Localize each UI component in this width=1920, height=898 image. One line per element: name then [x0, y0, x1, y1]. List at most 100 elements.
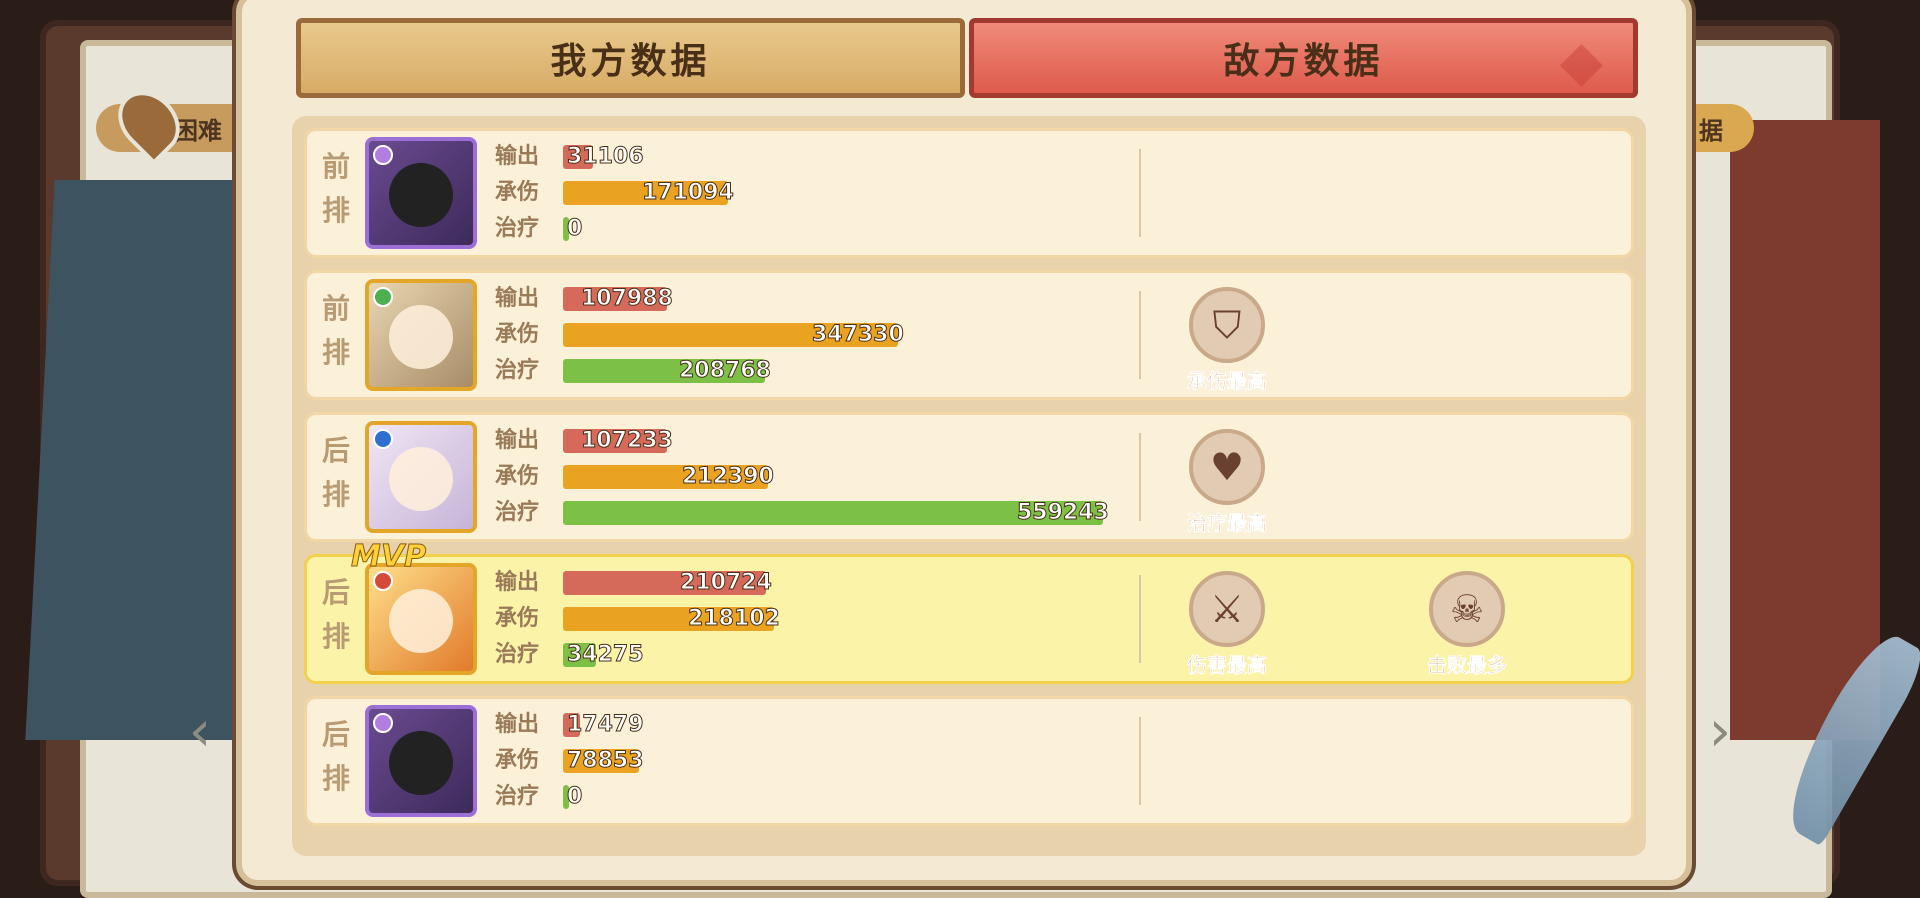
demon-face-icon: ◆	[1559, 29, 1607, 94]
row-divider	[1139, 575, 1141, 663]
taken-value: 347330	[812, 322, 905, 348]
tab-enemy-data-label: 敌方数据	[1223, 41, 1384, 82]
background-right-panel	[1730, 120, 1880, 740]
hero-row-mvp: 后排 MVP 输出 210724 承伤 218102 治疗 34275 ⚔ 伤害…	[304, 539, 1634, 684]
row-divider	[1139, 433, 1141, 521]
class-badge-icon	[373, 145, 393, 165]
healing-value: 34275	[567, 642, 645, 668]
stat-output: 输出 107233	[495, 423, 1095, 459]
row-position: 前排	[321, 150, 350, 227]
stat-block: 输出 17479 承伤 78853 治疗 0	[495, 707, 1095, 815]
stat-label-healing: 治疗	[495, 642, 540, 667]
hero-portrait[interactable]	[365, 137, 477, 249]
output-value: 31106	[567, 144, 645, 170]
stat-output: 输出 107988	[495, 281, 1095, 317]
award-most-healing: ♥ 治疗最高	[1167, 429, 1287, 536]
stat-block: 输出 107233 承伤 212390 治疗 559243	[495, 423, 1109, 531]
stat-taken: 承伤 78853	[495, 743, 1095, 779]
hero-face	[389, 305, 453, 369]
healing-value: 559243	[1017, 500, 1110, 526]
taken-value: 171094	[642, 180, 735, 206]
stat-label-output: 输出	[495, 286, 540, 311]
stat-block: 输出 31106 承伤 171094 治疗 0	[495, 139, 1095, 247]
hero-face	[389, 163, 453, 227]
hero-portrait[interactable]	[365, 705, 477, 817]
healing-value: 208768	[679, 358, 772, 384]
healing-value: 0	[566, 784, 583, 810]
battle-stats-modal: 我方数据 敌方数据 ◆ 前排 输出 31106 承伤 171094 治疗 0 前…	[236, 0, 1692, 886]
stat-healing: 治疗 559243	[495, 495, 1109, 531]
stat-label-healing: 治疗	[495, 784, 540, 809]
stat-block: 输出 210724 承伤 218102 治疗 34275	[495, 565, 1095, 673]
stat-healing: 治疗 0	[495, 779, 1095, 815]
award-most-damage: ⚔ 伤害最高	[1167, 571, 1287, 678]
next-page-arrow-icon[interactable]: ›	[1700, 700, 1740, 764]
stat-label-taken: 承伤	[495, 464, 540, 489]
taken-value: 218102	[688, 606, 781, 632]
stat-label-taken: 承伤	[495, 180, 540, 205]
stat-label-output: 输出	[495, 570, 540, 595]
mvp-crown-badge: MVP	[350, 539, 427, 575]
row-divider	[1139, 717, 1141, 805]
right-chip-label: 据	[1699, 116, 1723, 145]
hero-stats-list: 前排 输出 31106 承伤 171094 治疗 0 前 排 输出 107988…	[292, 116, 1646, 856]
team-tabs: 我方数据 敌方数据 ◆	[296, 18, 1638, 98]
hero-portrait[interactable]	[365, 421, 477, 533]
row-divider	[1139, 291, 1141, 379]
row-position: 后排	[321, 576, 350, 653]
shield-icon: ⛉	[1189, 287, 1265, 363]
row-position: 后排	[321, 718, 350, 795]
tab-our-data[interactable]: 我方数据	[296, 18, 965, 98]
stat-block: 输出 107988 承伤 347330 治疗 208768	[495, 281, 1095, 389]
stat-output: 输出 31106	[495, 139, 1095, 175]
skull-cat-icon: ☠	[1429, 571, 1505, 647]
stat-label-output: 输出	[495, 712, 540, 737]
award-most-kills: ☠ 击败最多	[1407, 571, 1527, 678]
award-label: 治疗最高	[1187, 511, 1268, 536]
award-label: 承伤最高	[1187, 369, 1268, 394]
stat-taken: 承伤 212390	[495, 459, 1095, 495]
hero-row: 前排 输出 107988 承伤 347330 治疗 208768 ⛉ 承伤最高	[304, 270, 1634, 400]
stat-healing: 治疗 208768	[495, 353, 1095, 389]
award-most-damage-taken: ⛉ 承伤最高	[1167, 287, 1287, 394]
stat-output: 输出 17479	[495, 707, 1095, 743]
hero-portrait[interactable]	[365, 563, 477, 675]
row-position: 后排	[321, 434, 350, 511]
taken-value: 212390	[682, 464, 775, 490]
taken-value: 78853	[567, 748, 645, 774]
class-badge-icon	[373, 287, 393, 307]
stat-healing: 治疗 0	[495, 211, 1095, 247]
stat-label-healing: 治疗	[495, 358, 540, 383]
stat-label-healing: 治疗	[495, 500, 540, 525]
award-label: 击败最多	[1427, 653, 1508, 678]
stat-label-taken: 承伤	[495, 606, 540, 631]
sword-icon: ⚔	[1189, 571, 1265, 647]
stat-label-taken: 承伤	[495, 748, 540, 773]
stat-output: 输出 210724	[495, 565, 1095, 601]
stat-taken: 承伤 218102	[495, 601, 1095, 637]
stat-label-healing: 治疗	[495, 216, 540, 241]
stat-label-output: 输出	[495, 144, 540, 169]
hero-face	[389, 731, 453, 795]
stat-taken: 承伤 347330	[495, 317, 1095, 353]
hero-face	[389, 589, 453, 653]
tab-our-data-label: 我方数据	[550, 41, 711, 82]
hero-row: 后排 输出 107233 承伤 212390 治疗 559243 ♥ 治疗最高	[304, 412, 1634, 542]
class-badge-icon	[373, 429, 393, 449]
heart-plus-icon: ♥	[1189, 429, 1265, 505]
class-badge-icon	[373, 713, 393, 733]
stat-taken: 承伤 171094	[495, 175, 1095, 211]
class-badge-icon	[373, 571, 393, 591]
hero-portrait[interactable]	[365, 279, 477, 391]
output-value: 107988	[581, 286, 674, 312]
stat-healing: 治疗 34275	[495, 637, 1095, 673]
row-position: 前排	[321, 292, 350, 369]
hero-row: 后排 输出 17479 承伤 78853 治疗 0	[304, 696, 1634, 826]
output-value: 210724	[680, 570, 773, 596]
prev-page-arrow-icon[interactable]: ‹	[180, 700, 220, 764]
tab-enemy-data[interactable]: 敌方数据 ◆	[969, 18, 1638, 98]
location-label: 困难	[174, 116, 222, 145]
hero-face	[389, 447, 453, 511]
stat-label-output: 输出	[495, 428, 540, 453]
output-value: 107233	[581, 428, 674, 454]
